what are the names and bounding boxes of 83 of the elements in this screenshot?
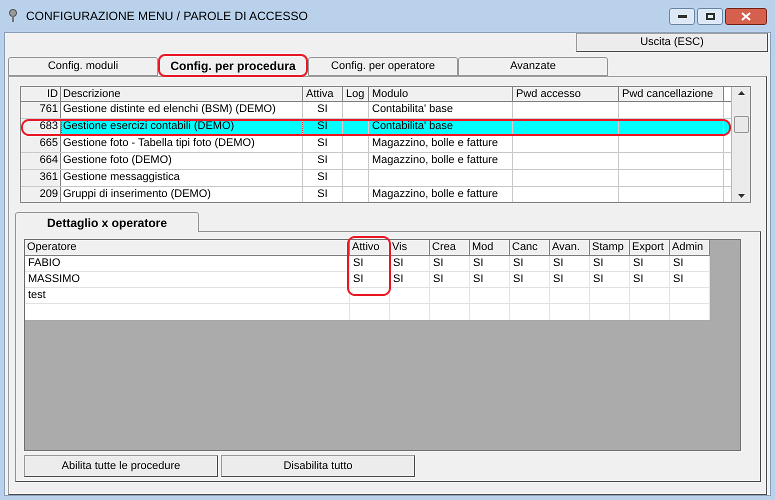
table-cell: Contabilita' base [369, 102, 513, 118]
table-cell: SI [630, 256, 670, 271]
tab[interactable]: Config. per operatore [308, 57, 458, 76]
table-cell: Contabilita' base [369, 119, 513, 135]
table-cell: Gestione esercizi contabili (DEMO) [61, 119, 303, 135]
scrollbar[interactable] [731, 87, 750, 202]
table-row[interactable]: 683 Gestione esercizi contabili (DEMO) SI Contabilita' base [21, 119, 731, 136]
table-cell: MASSIMO [25, 272, 350, 287]
close-icon [741, 12, 751, 20]
table-cell: SI [470, 272, 510, 287]
table-cell: SI [350, 272, 390, 287]
table-row[interactable]: 665 Gestione foto - Tabella tipi foto (DEMO) SI Magazzino, bolle e fatture [21, 136, 731, 153]
tab[interactable]: Avanzate [458, 57, 608, 76]
table-cell: SI [590, 272, 630, 287]
column-header[interactable]: Avan. [550, 240, 590, 255]
action-button[interactable]: Disabilita tutto [221, 455, 415, 477]
exit-button[interactable]: Uscita (ESC) [576, 33, 768, 52]
table-cell: SI [510, 256, 550, 271]
table-cell: SI [550, 256, 590, 271]
column-header[interactable]: Mod [470, 240, 510, 255]
column-header[interactable]: Pwd accesso [513, 87, 619, 101]
table-cell: SI [303, 102, 343, 118]
table-cell: 683 [21, 119, 61, 135]
column-header[interactable]: Pwd cancellazione [619, 87, 724, 101]
tab[interactable]: Config. per procedura [158, 54, 308, 77]
tab[interactable]: Config. moduli [8, 57, 158, 76]
table-cell: SI [303, 153, 343, 169]
table-cell: SI [470, 256, 510, 271]
scroll-thumb[interactable] [734, 116, 748, 133]
column-header[interactable]: Canc [510, 240, 550, 255]
column-header[interactable]: Descrizione [61, 87, 303, 101]
table-cell: test [25, 288, 350, 303]
column-header[interactable]: Export [630, 240, 670, 255]
scroll-up-icon[interactable] [738, 91, 744, 95]
tab[interactable]: Dettaglio x operatore [15, 212, 199, 232]
table-cell: SI [430, 272, 470, 287]
column-header[interactable]: Vis [390, 240, 430, 255]
table-cell: SI [303, 170, 343, 186]
table-cell: SI [510, 272, 550, 287]
minimize-button[interactable] [669, 8, 695, 24]
table-cell: SI [670, 256, 710, 271]
table-row[interactable]: 361 Gestione messaggistica SI [21, 170, 731, 187]
column-header[interactable]: Modulo [369, 87, 513, 101]
column-header[interactable]: Admin [670, 240, 710, 255]
table-cell: Magazzino, bolle e fatture [369, 187, 513, 202]
column-header[interactable]: ID [21, 87, 61, 101]
column-header[interactable]: Stamp [590, 240, 630, 255]
action-button[interactable]: Abilita tutte le procedure [24, 455, 218, 477]
table-cell: SI [590, 256, 630, 271]
window-title: CONFIGURAZIONE MENU / PAROLE DI ACCESSO [26, 8, 308, 25]
table-cell: SI [670, 272, 710, 287]
table-cell: SI [303, 136, 343, 152]
column-header[interactable]: Log [343, 87, 369, 101]
table-cell: 761 [21, 102, 61, 118]
table-cell: FABIO [25, 256, 350, 271]
maximize-button[interactable] [697, 8, 723, 24]
table-cell: 665 [21, 136, 61, 152]
table-cell: Magazzino, bolle e fatture [369, 153, 513, 169]
table-cell: Magazzino, bolle e fatture [369, 136, 513, 152]
table-cell: Gestione messaggistica [61, 170, 303, 186]
column-header[interactable]: Attiva [303, 87, 343, 101]
table-row[interactable]: 664 Gestione foto (DEMO) SI Magazzino, bolle e fatture [21, 153, 731, 170]
table-row[interactable]: 761 Gestione distinte ed elenchi (BSM) (DEMO) SI Contabilita' base [21, 102, 731, 119]
close-button[interactable] [725, 8, 767, 24]
table-cell: 209 [21, 187, 61, 202]
table-cell: 361 [21, 170, 61, 186]
table-cell: Gestione distinte ed elenchi (BSM) (DEMO) [61, 102, 303, 118]
table-cell: SI [303, 119, 343, 135]
column-header[interactable]: Crea [430, 240, 470, 255]
table-cell: 664 [21, 153, 61, 169]
column-header[interactable]: Operatore [25, 240, 350, 255]
table-cell: SI [630, 272, 670, 287]
table-cell: SI [430, 256, 470, 271]
table-cell: Gestione foto - Tabella tipi foto (DEMO) [61, 136, 303, 152]
table-cell: Gestione foto (DEMO) [61, 153, 303, 169]
table-cell: SI [550, 272, 590, 287]
table-cell: SI [390, 256, 430, 271]
column-header[interactable]: Attivo [350, 240, 390, 255]
scroll-down-icon[interactable] [738, 194, 744, 198]
table-cell: Gruppi di inserimento (DEMO) [61, 187, 303, 202]
table-cell: SI [303, 187, 343, 202]
table-cell: SI [390, 272, 430, 287]
table-cell: SI [350, 256, 390, 271]
